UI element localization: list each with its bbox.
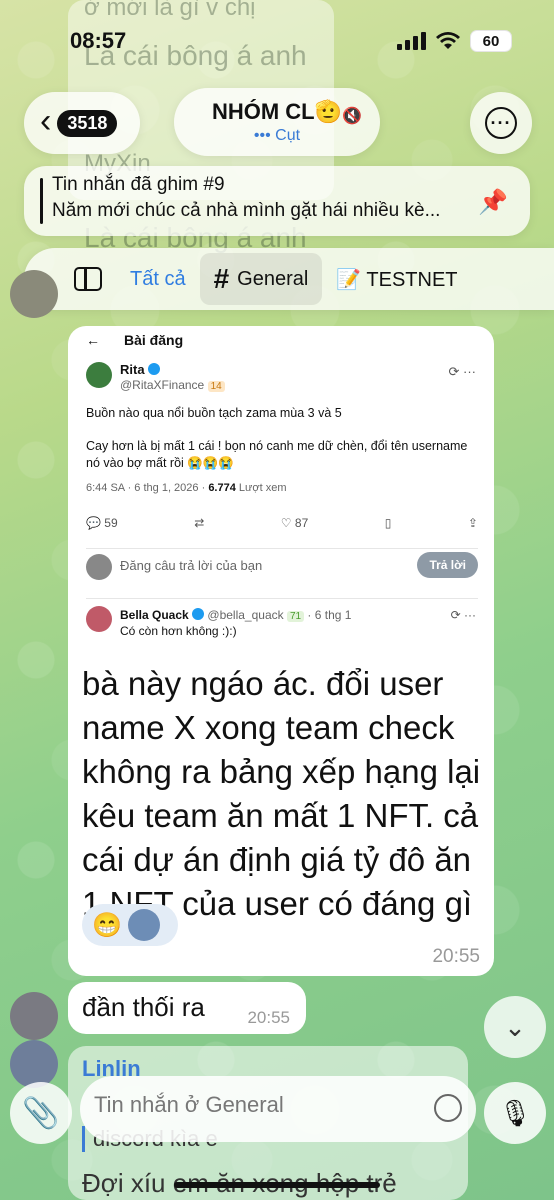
reply-more-icon: ⟳ ··· (450, 608, 476, 622)
pinned-title: Tin nhắn đã ghim #9 (52, 174, 225, 195)
message-time: 20:55 (247, 1008, 290, 1027)
clock: 08:57 (70, 28, 127, 53)
home-indicator (174, 1182, 380, 1188)
hash-icon: # (213, 263, 230, 294)
reply-placeholder: Đăng câu trả lời của bạn (120, 558, 263, 573)
pinned-message[interactable]: Tin nhắn đã ghim #9 Năm mới chúc cả nhà … (24, 166, 530, 236)
scroll-down-button[interactable]: ⌄ (484, 996, 546, 1058)
reply-text: Có còn hơn không :):) (120, 624, 237, 638)
tweet-more-icon: ⟳ ··· (448, 364, 477, 379)
message-text: bà này ngáo ác. đổi user name X xong tea… (82, 665, 481, 922)
verified-icon (192, 608, 205, 620)
topic-tabs: Tất cả # General 📝 TESTNET (24, 248, 554, 310)
reply-icon: 💬 (86, 516, 101, 530)
embed-header: ← Bài đăng (86, 332, 183, 348)
unread-count-badge: 3518 (57, 109, 118, 137)
tab-label: General (237, 267, 309, 290)
tab-general[interactable]: # General (199, 253, 323, 305)
battery-indicator: 60 (470, 30, 512, 52)
like-count: ♡ 87 (281, 516, 308, 530)
microphone-icon: 🎙 (498, 1097, 532, 1128)
tweet-time: 6:44 SA · 6 thg 1, 2026 · (86, 482, 209, 494)
message-time: 20:55 (432, 946, 480, 967)
divider (86, 548, 478, 549)
back-button[interactable]: ‹ 3518 (24, 92, 140, 154)
divider (86, 598, 478, 599)
voice-button[interactable]: 🎙 (484, 1082, 546, 1144)
chevron-down-icon: ⌄ (504, 1011, 526, 1042)
back-arrow-icon: ← (86, 332, 100, 348)
more-button[interactable]: ··· (470, 92, 532, 154)
attach-button[interactable]: 📎 (10, 1082, 72, 1144)
signal-icon (397, 32, 426, 50)
pin-list-icon[interactable]: 📌 (478, 188, 508, 217)
tweet-handle-text: @RitaXFinance (120, 378, 205, 392)
reply-count-value: 59 (104, 516, 118, 530)
avatar[interactable] (10, 270, 58, 318)
chat-header[interactable]: NHÓM CL🫡 ••• Cụt 🔇 (174, 88, 380, 156)
reactor-avatar (127, 909, 160, 941)
tweet-handle: @RitaXFinance 14 (120, 378, 225, 392)
tweet-avatar (86, 362, 112, 388)
message-bubble[interactable]: đần thối ra 20:55 (68, 982, 306, 1034)
sidebar-toggle[interactable] (60, 257, 116, 301)
level-badge: 71 (286, 611, 305, 622)
avatar[interactable] (10, 992, 58, 1040)
level-badge: 14 (207, 381, 225, 392)
like-icon: ♡ (280, 516, 292, 530)
tweet-line: Buồn nào qua nổi buồn tạch zama mùa 3 và… (86, 406, 342, 420)
embed-header-title: Bài đăng (124, 332, 184, 348)
reply-date: · 6 thg 1 (304, 608, 352, 622)
reply-button: Trả lời (417, 552, 478, 578)
pinned-text: Năm mới chúc cả nhà mình gặt hái nhiều k… (52, 200, 441, 221)
tweet-actions: 💬 59 ⇄ ♡ 87 ▯ ⇪ (86, 516, 478, 530)
reply-author-avatar (86, 606, 112, 632)
message-text: đần thối ra (82, 992, 205, 1022)
reply-author: Bella Quack @bella_quack 71 · 6 thg 1 (120, 608, 351, 622)
tweet-views-label: Lượt xem (235, 482, 287, 494)
share-icon: ⇪ (467, 516, 478, 530)
tweet-line: Cay hơn là bị mất 1 cái ! bọn nó canh me… (86, 439, 468, 470)
tab-testnet[interactable]: 📝 TESTNET (322, 257, 471, 302)
tweet-views: 6.774 (208, 482, 236, 494)
status-bar: 08:57 60 (0, 0, 554, 80)
like-count-value: 87 (294, 516, 309, 530)
more-icon: ··· (485, 107, 517, 139)
retweet-icon: ⇄ (194, 516, 205, 530)
reply-avatar (86, 554, 112, 580)
message-input-placeholder: Tin nhắn ở General (94, 1092, 284, 1117)
reaction-emoji: 😁 (92, 911, 122, 939)
tweet-author: Rita (120, 362, 161, 377)
sticker-icon[interactable] (434, 1094, 462, 1122)
message-bubble[interactable]: ← Bài đăng Rita @RitaXFinance 14 ⟳ ··· B… (68, 326, 494, 976)
pinned-indicator (40, 178, 43, 224)
sidebar-icon (74, 267, 102, 291)
tweet-meta: 6:44 SA · 6 thg 1, 2026 · 6.774 Lượt xem (86, 482, 287, 494)
reaction-pill[interactable]: 😁 (82, 904, 178, 946)
chat-subtitle: ••• Cụt (253, 127, 301, 144)
tab-label: Tất cả (130, 267, 186, 290)
verified-icon (148, 363, 161, 375)
embedded-screenshot: ← Bài đăng Rita @RitaXFinance 14 ⟳ ··· B… (68, 326, 494, 656)
reply-author-name: Bella Quack (120, 608, 189, 622)
paperclip-icon: 📎 (22, 1096, 60, 1130)
chevron-left-icon: ‹ (40, 102, 52, 140)
tab-label: 📝 TESTNET (336, 268, 458, 291)
tab-all[interactable]: Tất cả (116, 258, 200, 301)
reply-handle: @bella_quack (204, 608, 287, 622)
reply-count: 💬 59 (86, 516, 118, 530)
avatar[interactable] (10, 1040, 58, 1088)
bookmark-icon: ▯ (384, 516, 392, 530)
mute-icon: 🔇 (342, 108, 362, 125)
wifi-icon (436, 32, 460, 49)
tweet-author-name: Rita (120, 362, 145, 377)
chat-title: NHÓM CL🫡 (211, 99, 343, 124)
message-input[interactable]: Tin nhắn ở General (80, 1076, 476, 1142)
